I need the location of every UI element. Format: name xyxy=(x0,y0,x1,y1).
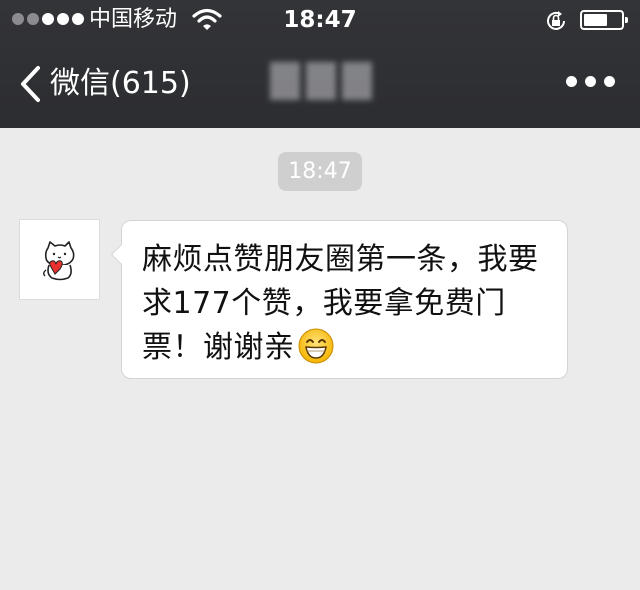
battery-level xyxy=(584,14,608,26)
rotation-lock-icon xyxy=(547,11,565,30)
status-bar: 中国移动 18:47 xyxy=(0,0,640,40)
chevron-left-icon xyxy=(21,66,40,102)
message-text: 麻烦点赞朋友圈第一条，我要求177个赞，我要拿免费门票！谢谢亲 xyxy=(142,242,539,365)
chat-title-blurred xyxy=(270,60,374,102)
grinning-face-emoji-icon xyxy=(298,328,333,363)
message-bubble[interactable]: 麻烦点赞朋友圈第一条，我要求177个赞，我要拿免费门票！谢谢亲 xyxy=(110,220,568,379)
more-dots-icon xyxy=(566,76,577,87)
cat-avatar-icon xyxy=(43,241,75,281)
more-button[interactable] xyxy=(566,76,615,87)
battery-icon xyxy=(580,10,628,30)
back-label: 微信(615) xyxy=(50,66,191,101)
avatar[interactable] xyxy=(19,219,100,300)
back-button[interactable]: 微信(615) xyxy=(18,62,191,106)
top-bar: 中国移动 18:47 微信(615) xyxy=(0,0,640,128)
chat-timestamp: 18:47 xyxy=(278,152,362,191)
message-content: 麻烦点赞朋友圈第一条，我要求177个赞，我要拿免费门票！谢谢亲 xyxy=(142,238,558,370)
